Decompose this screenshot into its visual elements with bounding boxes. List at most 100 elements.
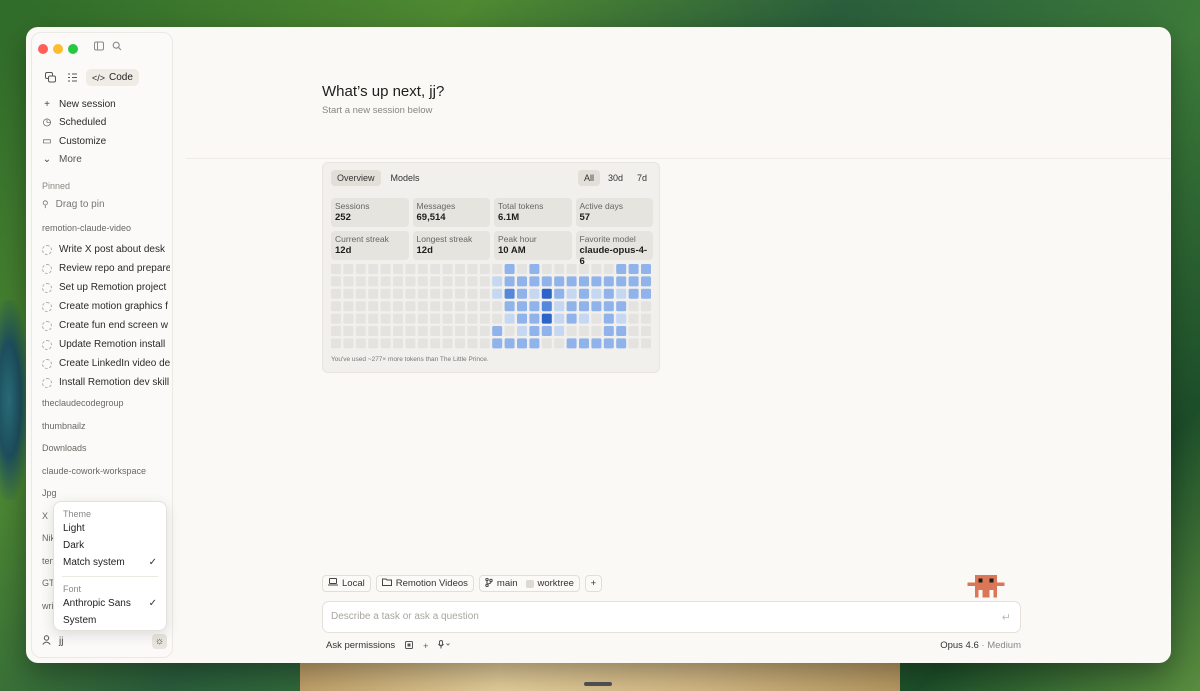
- session-item[interactable]: Create LinkedIn video de: [42, 354, 170, 373]
- session-title: Create fun end screen w: [59, 320, 168, 331]
- heatmap-cell: [393, 338, 403, 349]
- menu-divider: [62, 576, 158, 577]
- tab-overview[interactable]: Overview: [331, 170, 381, 186]
- stat-longest-streak: Longest streak 12d: [412, 231, 490, 260]
- drag-to-pin-zone[interactable]: ⚲ Drag to pin: [42, 199, 105, 210]
- project-group[interactable]: X: [42, 511, 48, 521]
- theme-light-option[interactable]: Light: [54, 520, 166, 537]
- heatmap-cell: [467, 313, 478, 324]
- heatmap-cell: [368, 338, 379, 349]
- session-item[interactable]: Create motion graphics f: [42, 297, 170, 316]
- heatmap-cell: [417, 338, 428, 349]
- font-anthropic-sans-option[interactable]: Anthropic Sans ✓: [54, 595, 166, 612]
- customize-button[interactable]: ▭ Customize: [42, 132, 167, 151]
- mode-switcher: </> Code: [42, 69, 139, 86]
- heatmap-cell: [405, 288, 416, 299]
- heatmap-cell: [380, 326, 391, 336]
- appearance-button[interactable]: ☼: [152, 634, 167, 649]
- range-all[interactable]: All: [577, 170, 600, 186]
- minimize-window-button[interactable]: [53, 44, 63, 54]
- model-selector[interactable]: Opus 4.6 · Medium: [940, 640, 1021, 651]
- project-group-remotion[interactable]: remotion-claude-video: [42, 223, 131, 233]
- worktree-label: worktree: [537, 578, 574, 589]
- heatmap-cell: [529, 326, 540, 336]
- prompt-input[interactable]: [331, 611, 981, 622]
- range-7d[interactable]: 7d: [631, 170, 653, 186]
- heatmap-cell: [455, 288, 465, 299]
- chat-mode-icon[interactable]: [42, 70, 58, 86]
- heatmap-cell: [541, 264, 552, 274]
- location-label: Local: [342, 578, 365, 589]
- checkmark-icon: ✓: [148, 598, 157, 609]
- session-item[interactable]: Update Remotion install: [42, 335, 170, 354]
- heatmap-cell: [455, 313, 465, 324]
- user-account[interactable]: jj: [42, 635, 63, 648]
- stat-grid: Sessions 252 Messages 69,514 Total tokens 6…: [331, 198, 653, 267]
- heatmap-cell: [603, 313, 614, 324]
- stat-label: Favorite model: [579, 234, 636, 244]
- model-effort: · Medium: [981, 640, 1021, 651]
- theme-system-option[interactable]: Match system ✓: [54, 554, 166, 571]
- project-group[interactable]: Downloads: [42, 443, 87, 453]
- session-item[interactable]: Write X post about desk: [42, 240, 170, 259]
- new-session-button[interactable]: + New session: [42, 95, 167, 114]
- more-button[interactable]: ⌄ More: [42, 151, 167, 170]
- project-group[interactable]: thumbnailz: [42, 421, 86, 431]
- close-window-button[interactable]: [38, 44, 48, 54]
- add-attachment-icon[interactable]: +: [423, 641, 428, 651]
- heatmap-cell: [591, 264, 602, 274]
- tab-models[interactable]: Models: [385, 170, 426, 186]
- session-title: Update Remotion install: [59, 339, 166, 350]
- maximize-window-button[interactable]: [68, 44, 78, 54]
- heatmap-cell: [504, 326, 515, 336]
- heatmap-cell: [417, 313, 428, 324]
- heatmap-cell: [517, 301, 527, 312]
- heatmap-cell: [492, 313, 503, 324]
- stat-label: Messages: [416, 201, 456, 211]
- heatmap-cell: [579, 338, 589, 349]
- session-item[interactable]: Review repo and prepare: [42, 259, 170, 278]
- stat-label: Active days: [579, 201, 623, 211]
- permissions-button[interactable]: Ask permissions: [326, 640, 395, 651]
- project-group[interactable]: Jpg: [42, 488, 57, 498]
- send-icon[interactable]: ↵: [1002, 611, 1011, 624]
- header-divider: [186, 158, 1171, 159]
- session-item[interactable]: Set up Remotion project: [42, 278, 170, 297]
- heatmap-cell: [467, 288, 478, 299]
- briefcase-icon: ▭: [42, 135, 52, 147]
- theme-dark-option[interactable]: Dark: [54, 537, 166, 554]
- folder-chip[interactable]: Remotion Videos: [375, 575, 474, 592]
- heatmap-cell: [479, 301, 490, 312]
- stat-value: 10 AM: [498, 245, 526, 256]
- heatmap-cell: [442, 288, 453, 299]
- heatmap-cell: [517, 276, 527, 287]
- wallpaper-beach: [300, 662, 900, 691]
- project-group[interactable]: theclaudecodegroup: [42, 398, 124, 408]
- session-item[interactable]: Install Remotion dev skill: [42, 373, 170, 392]
- session-status-icon: [42, 244, 52, 255]
- prompt-box: ↵: [322, 601, 1021, 633]
- heatmap-cell: [628, 276, 639, 287]
- heatmap-cell: [430, 326, 441, 336]
- session-item[interactable]: Create fun end screen w: [42, 316, 170, 335]
- sidebar-toggle-icon[interactable]: [94, 41, 104, 54]
- heatmap-cell: [479, 326, 490, 336]
- worktree-toggle[interactable]: worktree: [525, 578, 574, 589]
- mode-toggle-icon[interactable]: [405, 640, 414, 651]
- branch-chip[interactable]: main worktree: [478, 575, 580, 592]
- project-group[interactable]: claude-cowork-workspace: [42, 466, 146, 476]
- heatmap-cell: [331, 338, 341, 349]
- code-mode-tab[interactable]: </> Code: [86, 69, 139, 86]
- add-context-button[interactable]: +: [584, 575, 602, 592]
- microphone-icon[interactable]: [438, 640, 451, 651]
- stat-label: Longest streak: [416, 234, 473, 244]
- location-chip[interactable]: Local: [322, 575, 371, 592]
- search-icon[interactable]: [112, 41, 122, 54]
- branch-selector[interactable]: main: [485, 577, 518, 590]
- range-30d[interactable]: 30d: [602, 170, 629, 186]
- user-row: jj ☼: [42, 634, 167, 649]
- heatmap-cell: [442, 313, 453, 324]
- tasks-mode-icon[interactable]: [64, 70, 80, 86]
- font-system-option[interactable]: System: [54, 612, 166, 629]
- scheduled-button[interactable]: ◷ Scheduled: [42, 114, 167, 133]
